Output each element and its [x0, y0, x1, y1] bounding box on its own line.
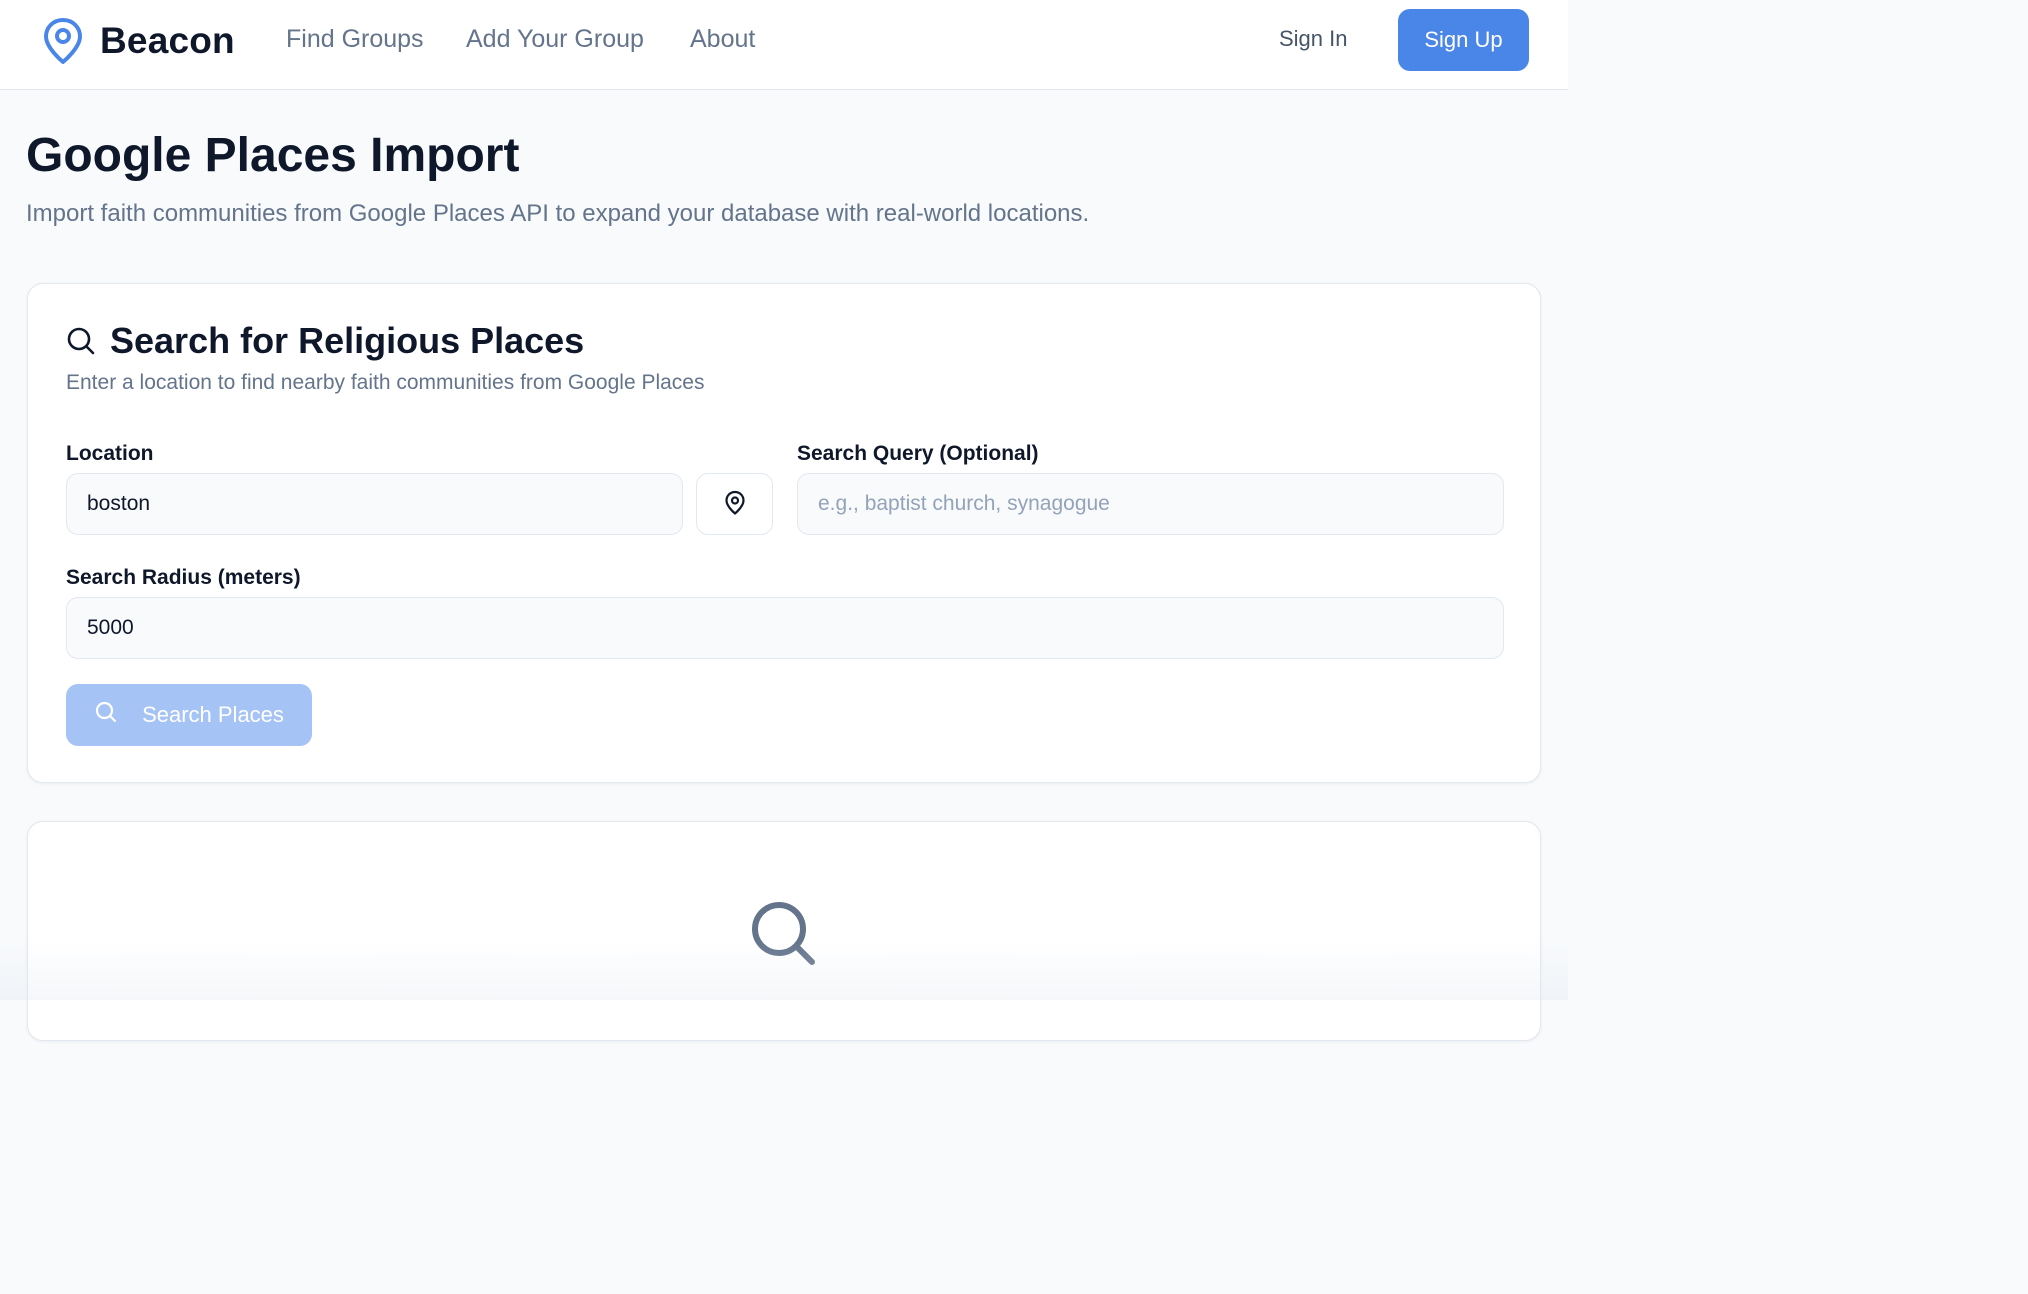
- card-heading: Search for Religious Places: [66, 320, 584, 362]
- search-places-label: Search Places: [142, 702, 284, 727]
- search-icon: [94, 700, 142, 730]
- page-subtitle: Import faith communities from Google Pla…: [26, 200, 1090, 227]
- nav-add-your-group[interactable]: Add Your Group: [466, 25, 644, 54]
- location-label: Location: [66, 442, 154, 465]
- search-query-label: Search Query (Optional): [797, 442, 1039, 465]
- card-title: Search for Religious Places: [110, 320, 585, 361]
- search-query-input[interactable]: [797, 473, 1504, 535]
- page-title: Google Places Import: [26, 129, 520, 182]
- search-icon: [750, 900, 818, 973]
- brand-name: Beacon: [100, 20, 235, 61]
- nav-find-groups[interactable]: Find Groups: [286, 25, 424, 54]
- search-places-button[interactable]: Search Places: [66, 684, 312, 746]
- location-input[interactable]: [66, 473, 683, 535]
- sign-up-button[interactable]: Sign Up: [1398, 9, 1529, 71]
- search-radius-label: Search Radius (meters): [66, 566, 301, 589]
- map-pin-icon: [42, 16, 84, 66]
- top-navbar: Beacon Find Groups Add Your Group About …: [0, 0, 1568, 90]
- card-description: Enter a location to find nearby faith co…: [66, 371, 705, 394]
- use-current-location-button[interactable]: [696, 473, 773, 535]
- sign-in-link[interactable]: Sign In: [1279, 26, 1348, 52]
- map-pin-icon: [724, 490, 746, 519]
- search-card: Search for Religious Places Enter a loca…: [27, 283, 1541, 783]
- brand-logo-link[interactable]: Beacon: [42, 16, 235, 66]
- results-card: [27, 821, 1541, 1041]
- search-icon: [66, 326, 96, 356]
- nav-about[interactable]: About: [690, 25, 755, 54]
- search-radius-input[interactable]: [66, 597, 1504, 659]
